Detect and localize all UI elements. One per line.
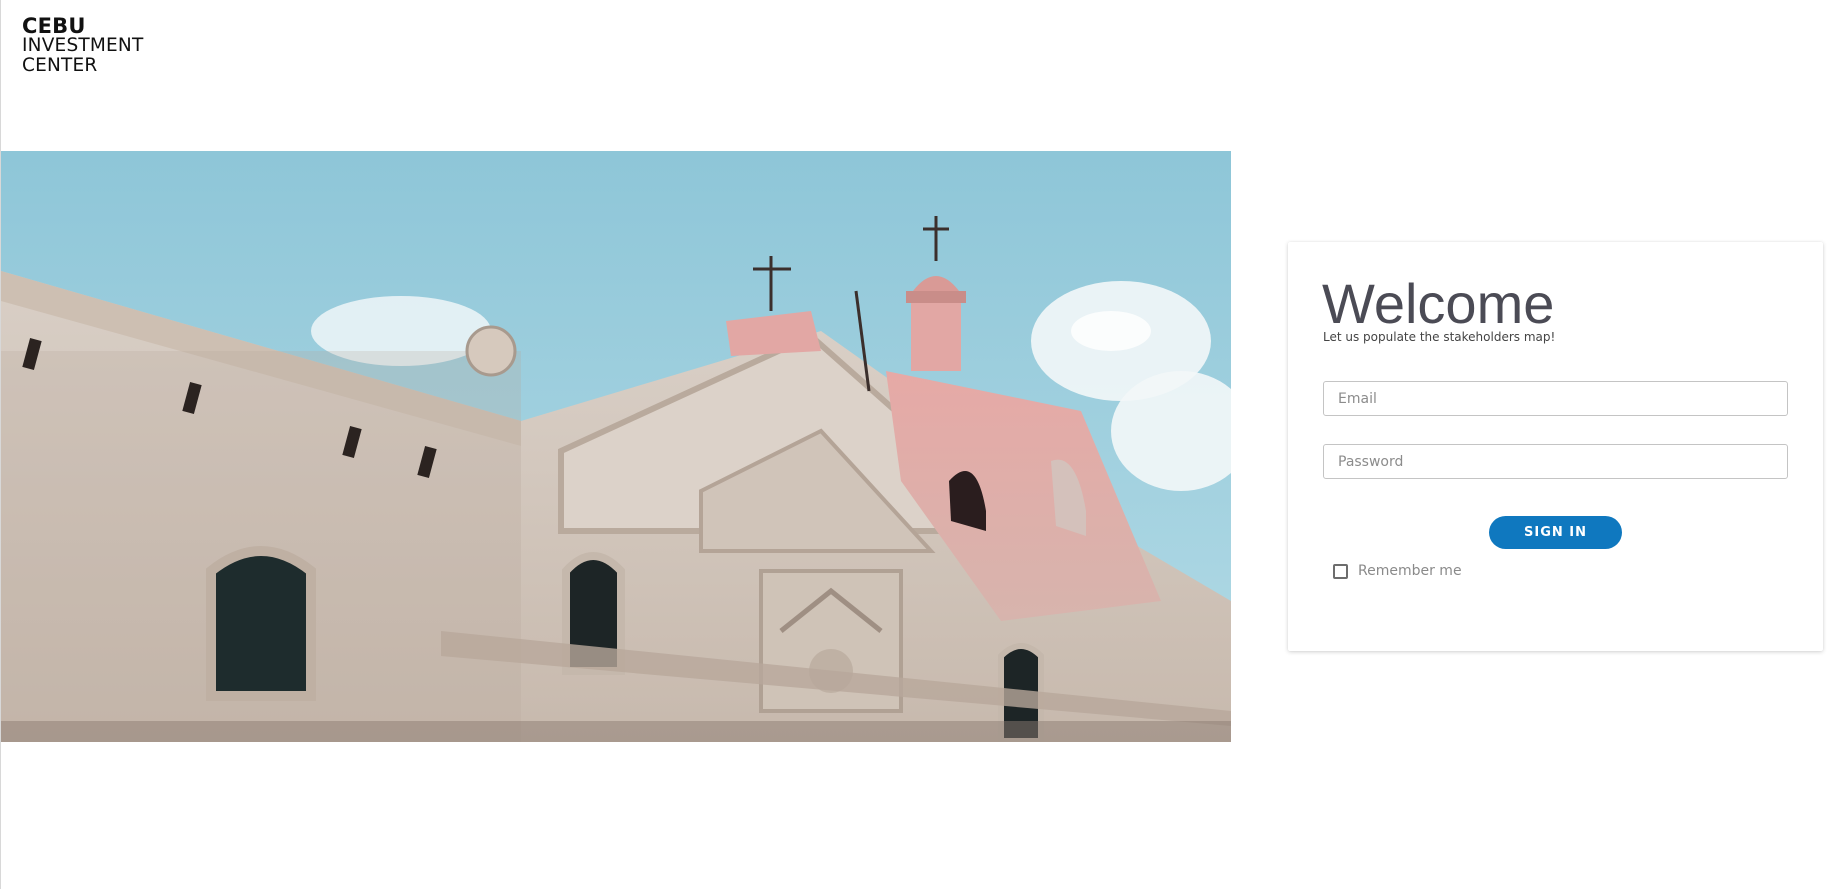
- login-card: Welcome Let us populate the stakeholders…: [1288, 242, 1823, 651]
- brand-logo[interactable]: CEBU INVESTMENT CENTER: [22, 16, 143, 76]
- remember-me-label: Remember me: [1358, 563, 1462, 579]
- sign-in-button[interactable]: SIGN IN: [1489, 516, 1622, 549]
- remember-me-toggle[interactable]: Remember me: [1333, 563, 1462, 579]
- welcome-subtitle: Let us populate the stakeholders map!: [1323, 330, 1556, 344]
- checkbox-icon[interactable]: [1333, 563, 1348, 579]
- brand-line-1: CEBU: [22, 14, 86, 38]
- email-input[interactable]: [1323, 381, 1788, 416]
- church-photo-icon: [1, 151, 1231, 742]
- brand-line-3: CENTER: [22, 55, 98, 76]
- welcome-title: Welcome: [1322, 272, 1555, 335]
- password-input[interactable]: [1323, 444, 1788, 479]
- brand-line-2: INVESTMENT: [22, 35, 144, 56]
- hero-image: [1, 151, 1231, 742]
